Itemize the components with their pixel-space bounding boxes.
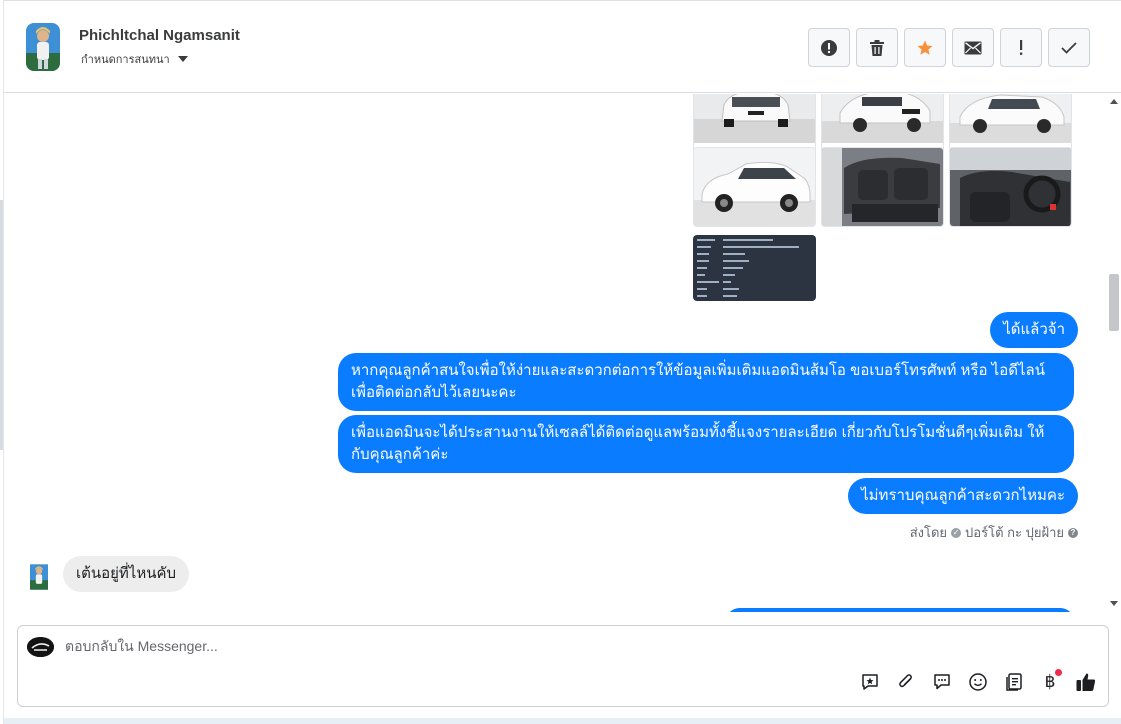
chevron-down-icon	[177, 56, 188, 62]
star-button[interactable]	[904, 28, 946, 67]
chat-bubble-icon	[934, 674, 950, 690]
thread-scrollbar[interactable]	[1106, 94, 1121, 612]
message-bubble-outgoing[interactable]: เพื่อแอดมินจะได้ประสานงานให้เซลล์ได้ติดต…	[338, 415, 1074, 473]
emoji-button[interactable]	[966, 670, 990, 694]
contact-avatar[interactable]	[26, 23, 60, 71]
report-spam-button[interactable]	[808, 28, 850, 67]
catalog-icon	[1006, 673, 1022, 691]
check-icon	[1061, 41, 1077, 54]
header-actions	[808, 28, 1090, 67]
contact-name[interactable]: Phichltchal Ngamsanit	[79, 27, 240, 44]
sent-by-agent[interactable]: ปอร์โต้ กะ ปุยฝ้าย	[965, 522, 1064, 543]
message-bubble-outgoing-partial[interactable]	[725, 608, 1075, 612]
trash-icon	[870, 39, 884, 56]
star-icon	[917, 40, 933, 55]
message-bubble-outgoing[interactable]: ได้แล้วจ้า	[990, 312, 1078, 348]
sender-avatar[interactable]	[30, 561, 48, 593]
assign-label: กำหนดการสนทนา	[81, 54, 170, 66]
quick-reply-button[interactable]	[930, 670, 954, 694]
alert-circle-icon	[821, 39, 837, 56]
saved-reply-icon	[862, 674, 878, 690]
message-bubble-outgoing[interactable]: ไม่ทราบคุณลูกค้าสะดวกไหมคะ	[848, 478, 1078, 514]
scroll-up-icon[interactable]	[1110, 99, 1118, 104]
attachment-icon	[899, 674, 912, 688]
notification-dot	[1055, 669, 1062, 676]
emoji-icon	[969, 673, 987, 691]
vehicle-info-screenshot[interactable]	[693, 235, 816, 301]
car-photo-dashboard[interactable]	[949, 147, 1072, 227]
conversation-header: Phichltchal Ngamsanit กำหนดการสนทนา	[4, 1, 1121, 93]
message-bubble-incoming[interactable]: เต้นอยู่ที่ไหนคับ	[63, 556, 190, 592]
like-icon	[1076, 673, 1096, 691]
conversation-panel: Phichltchal Ngamsanit กำหนดการสนทนา ได้แ…	[4, 0, 1121, 718]
follow-up-button[interactable]	[1000, 28, 1042, 67]
saved-reply-button[interactable]	[858, 670, 882, 694]
attach-button[interactable]	[894, 670, 918, 694]
message-thread[interactable]: ได้แล้วจ้า หากคุณลูกค้าสนใจเพื่อให้ง่ายแ…	[4, 94, 1106, 612]
help-icon[interactable]: ?	[1068, 527, 1078, 538]
reply-input[interactable]	[65, 638, 765, 654]
envelope-icon	[964, 41, 982, 54]
page-logo	[27, 637, 54, 657]
delete-button[interactable]	[856, 28, 898, 67]
mark-done-button[interactable]	[1048, 28, 1090, 67]
catalog-button[interactable]	[1002, 670, 1026, 694]
car-photo-rear-seats[interactable]	[821, 147, 944, 227]
sent-by-label: ส่งโดย ✓ ปอร์โต้ กะ ปุยฝ้าย ?	[910, 522, 1078, 543]
composer-toolbar: ฿	[858, 669, 1098, 694]
sent-by-prefix: ส่งโดย	[909, 525, 948, 540]
payment-icon: ฿	[1044, 672, 1056, 691]
scroll-down-icon[interactable]	[1110, 601, 1118, 606]
assign-conversation-dropdown[interactable]: กำหนดการสนทนา	[81, 50, 188, 68]
car-photo-side[interactable]	[693, 147, 816, 227]
mark-unread-button[interactable]	[952, 28, 994, 67]
agent-status-icon: ✓	[951, 527, 962, 538]
payment-button[interactable]: ฿	[1038, 669, 1062, 694]
message-composer: ฿	[17, 625, 1109, 707]
scroll-thumb[interactable]	[1109, 274, 1119, 331]
message-bubble-outgoing[interactable]: หากคุณลูกค้าสนใจเพื่อให้ง่ายและสะดวกต่อก…	[338, 353, 1074, 411]
like-button[interactable]	[1074, 670, 1098, 694]
exclamation-icon	[1020, 39, 1023, 55]
